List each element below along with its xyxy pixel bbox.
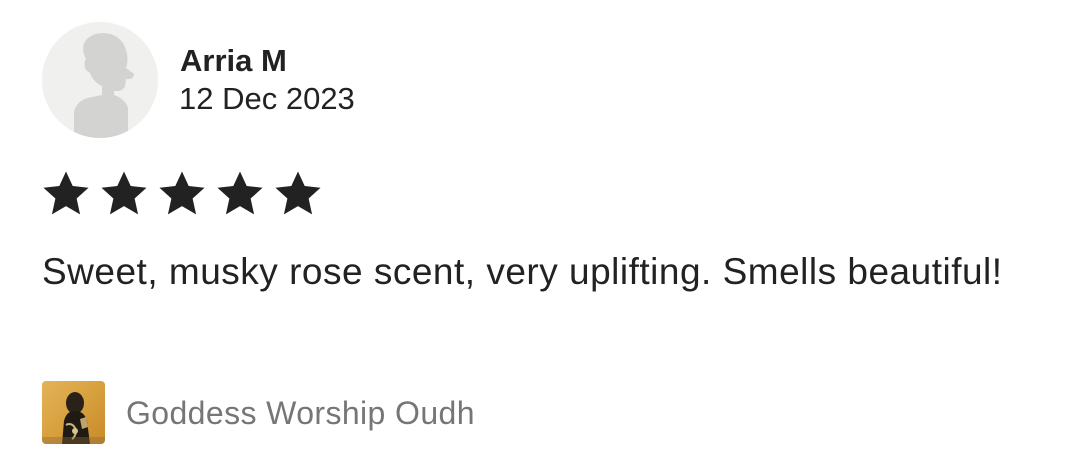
star-icon <box>217 171 263 215</box>
star-rating <box>40 168 324 220</box>
product-thumbnail[interactable] <box>42 381 105 444</box>
product-name-link[interactable]: Goddess Worship Oudh <box>126 393 475 433</box>
review-text: Sweet, musky rose scent, very uplifting.… <box>42 251 1003 292</box>
review-date: 12 Dec 2023 <box>179 81 355 116</box>
star-icon <box>101 171 147 215</box>
reviewer-avatar[interactable] <box>42 22 158 138</box>
star-icon <box>159 171 205 215</box>
user-silhouette-icon <box>42 22 158 138</box>
review-card: Arria M 12 Dec 2023 Sweet, musky rose sc… <box>0 0 1080 476</box>
reviewer-name[interactable]: Arria M <box>180 42 287 80</box>
product-image <box>42 381 105 444</box>
star-icon <box>43 171 89 215</box>
star-icon <box>275 171 321 215</box>
